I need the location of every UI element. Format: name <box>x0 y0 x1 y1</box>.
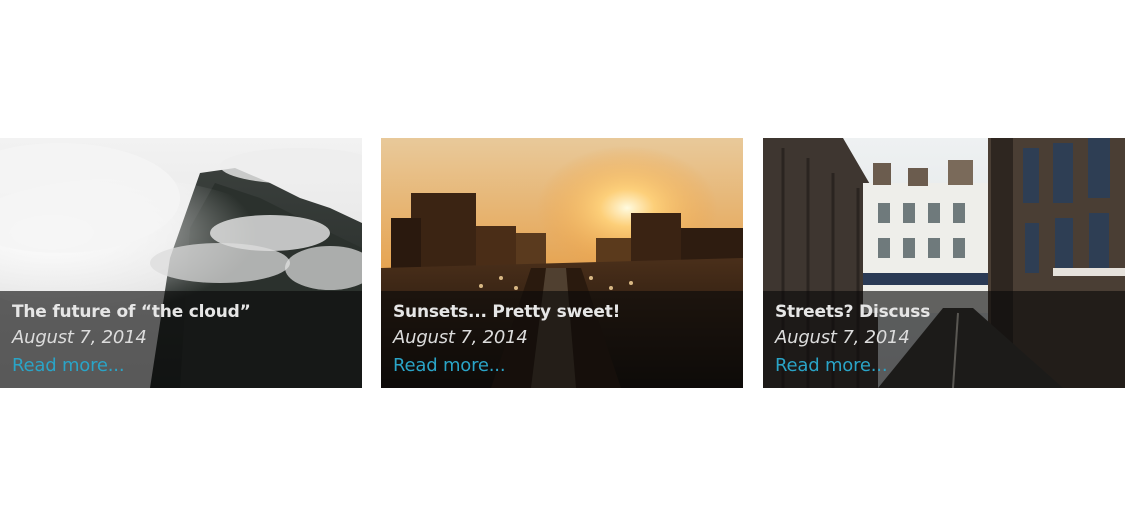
post-title[interactable]: Streets? Discuss <box>775 300 1115 324</box>
read-more-link[interactable]: Read more... <box>775 352 888 380</box>
read-more-link[interactable]: Read more... <box>12 352 125 380</box>
post-card[interactable]: Sunsets... Pretty sweet! August 7, 2014 … <box>381 138 743 388</box>
post-title[interactable]: The future of “the cloud” <box>12 300 352 324</box>
post-caption: The future of “the cloud” August 7, 2014… <box>12 300 352 380</box>
post-caption: Sunsets... Pretty sweet! August 7, 2014 … <box>393 300 733 380</box>
post-card[interactable]: The future of “the cloud” August 7, 2014… <box>0 138 362 388</box>
post-title[interactable]: Sunsets... Pretty sweet! <box>393 300 733 324</box>
post-date: August 7, 2014 <box>393 327 528 348</box>
post-grid: The future of “the cloud” August 7, 2014… <box>0 138 1125 388</box>
post-date: August 7, 2014 <box>775 327 910 348</box>
post-caption: Streets? Discuss August 7, 2014 Read mor… <box>775 300 1115 380</box>
post-date: August 7, 2014 <box>12 327 147 348</box>
read-more-link[interactable]: Read more... <box>393 352 506 380</box>
post-card[interactable]: Streets? Discuss August 7, 2014 Read mor… <box>763 138 1125 388</box>
